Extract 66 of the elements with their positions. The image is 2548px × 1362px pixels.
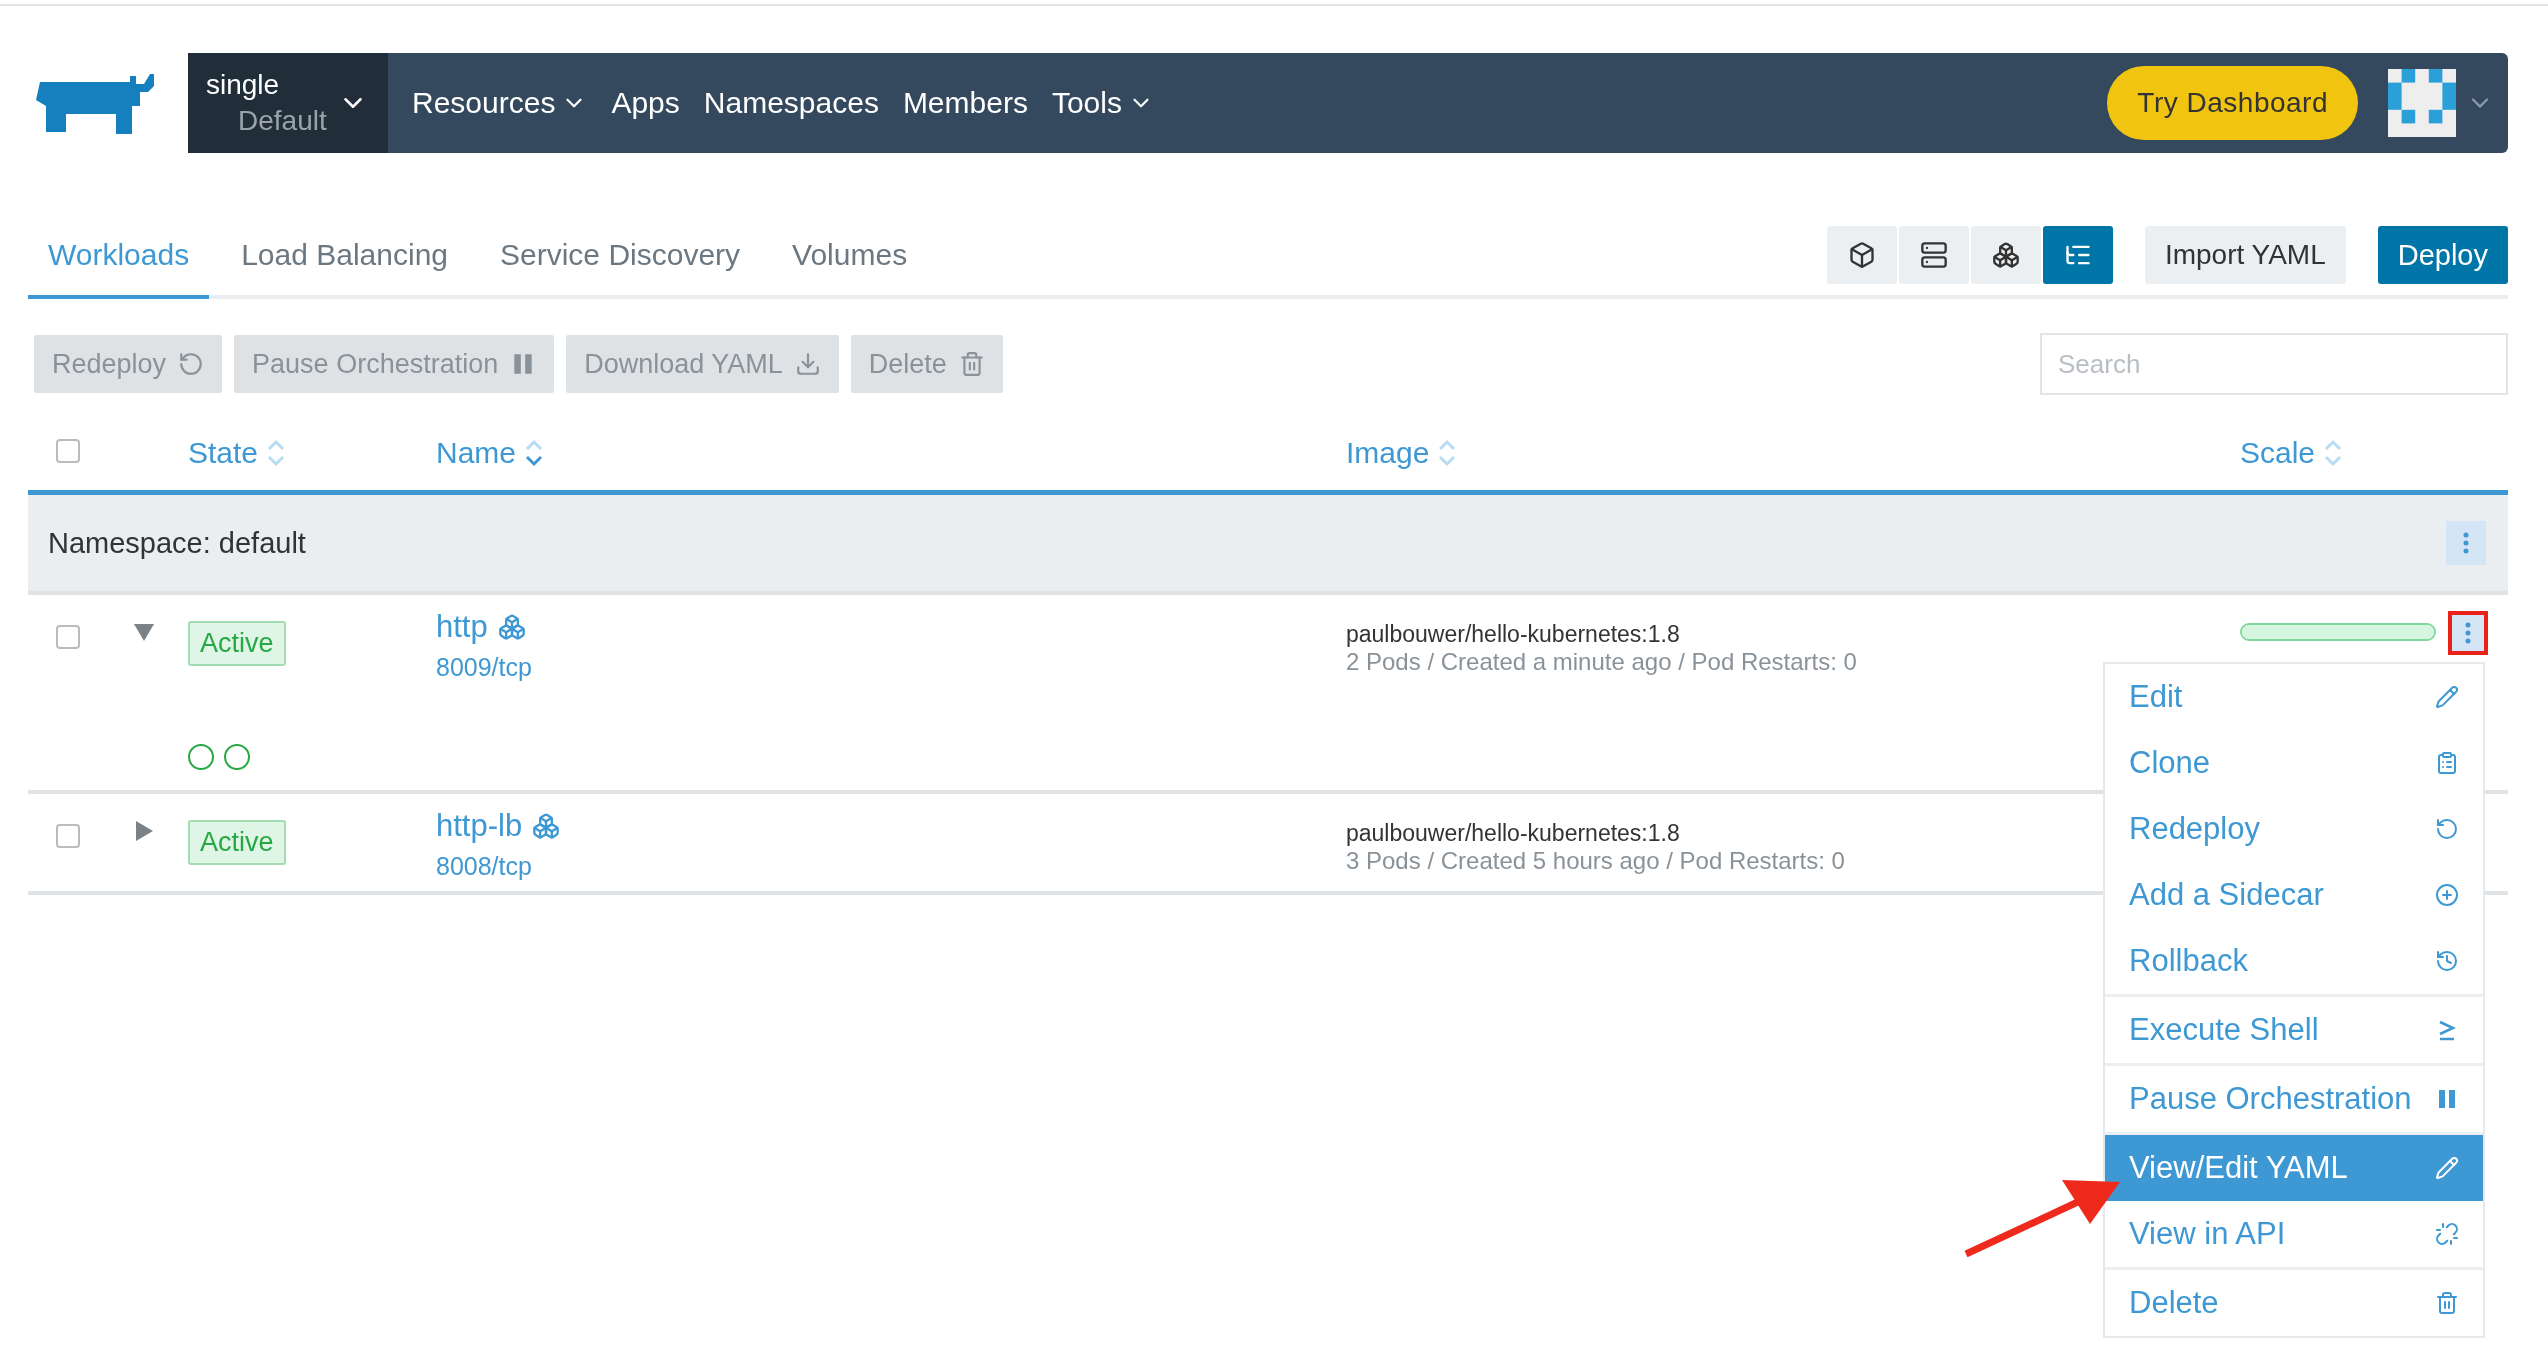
- avatar-icon[interactable]: [2388, 69, 2456, 137]
- undo-icon: [178, 351, 205, 377]
- pod-indicator[interactable]: [224, 744, 250, 770]
- search-field[interactable]: Search: [2040, 333, 2508, 395]
- download-icon: [794, 351, 821, 377]
- tab[interactable]: Service Discovery: [480, 215, 761, 299]
- nav-item[interactable]: Namespaces: [703, 73, 879, 133]
- history-icon: [2435, 949, 2459, 973]
- tab[interactable]: Workloads: [28, 215, 210, 299]
- image-name: paulbouwer/hello-kubernetes:1.8: [1346, 820, 1680, 847]
- checkbox[interactable]: [56, 824, 80, 848]
- view-toggle-button[interactable]: [1898, 226, 1969, 284]
- checkbox[interactable]: [56, 438, 80, 463]
- view-toggle-button[interactable]: [2042, 226, 2113, 284]
- server-icon: [1919, 241, 1948, 269]
- action-button[interactable]: Delete: [850, 335, 1003, 393]
- action-button[interactable]: Download YAML: [566, 335, 839, 393]
- view-toggle-button[interactable]: [1826, 226, 1897, 284]
- port-link[interactable]: 8008/tcp: [436, 852, 1346, 881]
- trash-icon: [958, 351, 985, 377]
- nav-item[interactable]: Resources: [412, 73, 588, 133]
- column-header[interactable]: State: [188, 435, 287, 470]
- caret-right-icon[interactable]: [133, 820, 155, 842]
- pod-indicator[interactable]: [188, 744, 214, 770]
- deploy-button[interactable]: Deploy: [2377, 226, 2508, 284]
- more-button[interactable]: [2446, 521, 2486, 565]
- column-header[interactable]: Scale: [2240, 435, 2344, 470]
- view-toggle-button[interactable]: [1970, 226, 2041, 284]
- checkbox[interactable]: [56, 625, 80, 649]
- nav-item[interactable]: Tools: [1051, 73, 1154, 133]
- pencil-icon: [2435, 685, 2459, 709]
- action-button[interactable]: Redeploy: [34, 335, 223, 393]
- more-button[interactable]: [2448, 611, 2488, 655]
- more-icon: [2463, 532, 2469, 554]
- unlink-icon: [2435, 1222, 2459, 1246]
- tab[interactable]: Load Balancing: [221, 215, 468, 299]
- boxes-icon: [497, 613, 526, 641]
- caret-down-icon[interactable]: [133, 621, 155, 643]
- menu-item[interactable]: View/Edit YAML: [2105, 1135, 2483, 1201]
- status-badge: Active: [188, 621, 286, 666]
- pencil-icon: [2435, 1156, 2459, 1180]
- port-link[interactable]: 8009/tcp: [436, 653, 1346, 682]
- action-button[interactable]: Pause Orchestration: [234, 335, 555, 393]
- tab[interactable]: Volumes: [772, 215, 928, 299]
- column-header[interactable]: Name: [436, 435, 545, 470]
- boxes-icon: [532, 812, 561, 840]
- image-name: paulbouwer/hello-kubernetes:1.8: [1346, 621, 1680, 648]
- boxes-icon: [1991, 241, 2020, 269]
- more-icon: [2465, 622, 2471, 644]
- trash-icon: [2435, 1291, 2459, 1315]
- nav-item[interactable]: Members: [902, 73, 1028, 133]
- column-header[interactable]: Image: [1346, 435, 1458, 470]
- box-icon: [1847, 241, 1876, 269]
- status-badge: Active: [188, 820, 286, 865]
- workload-details: 2 Pods / Created a minute ago / Pod Restarts: 0: [1346, 648, 1857, 676]
- plus-circle-icon: [2435, 883, 2459, 907]
- import-yaml-button[interactable]: Import YAML: [2144, 226, 2346, 284]
- group-label: Namespace: default: [48, 526, 306, 560]
- workload-link[interactable]: http: [436, 609, 1346, 645]
- try-dashboard-button[interactable]: Try Dashboard: [2107, 66, 2358, 140]
- workload-link[interactable]: http-lb: [436, 808, 1346, 844]
- nav-item[interactable]: Apps: [611, 73, 680, 133]
- workload-details: 3 Pods / Created 5 hours ago / Pod Restarts: 0: [1346, 847, 1845, 875]
- undo-icon: [2435, 817, 2459, 841]
- cluster-selector[interactable]: single Default: [188, 53, 388, 153]
- clipboard-icon: [2435, 751, 2459, 775]
